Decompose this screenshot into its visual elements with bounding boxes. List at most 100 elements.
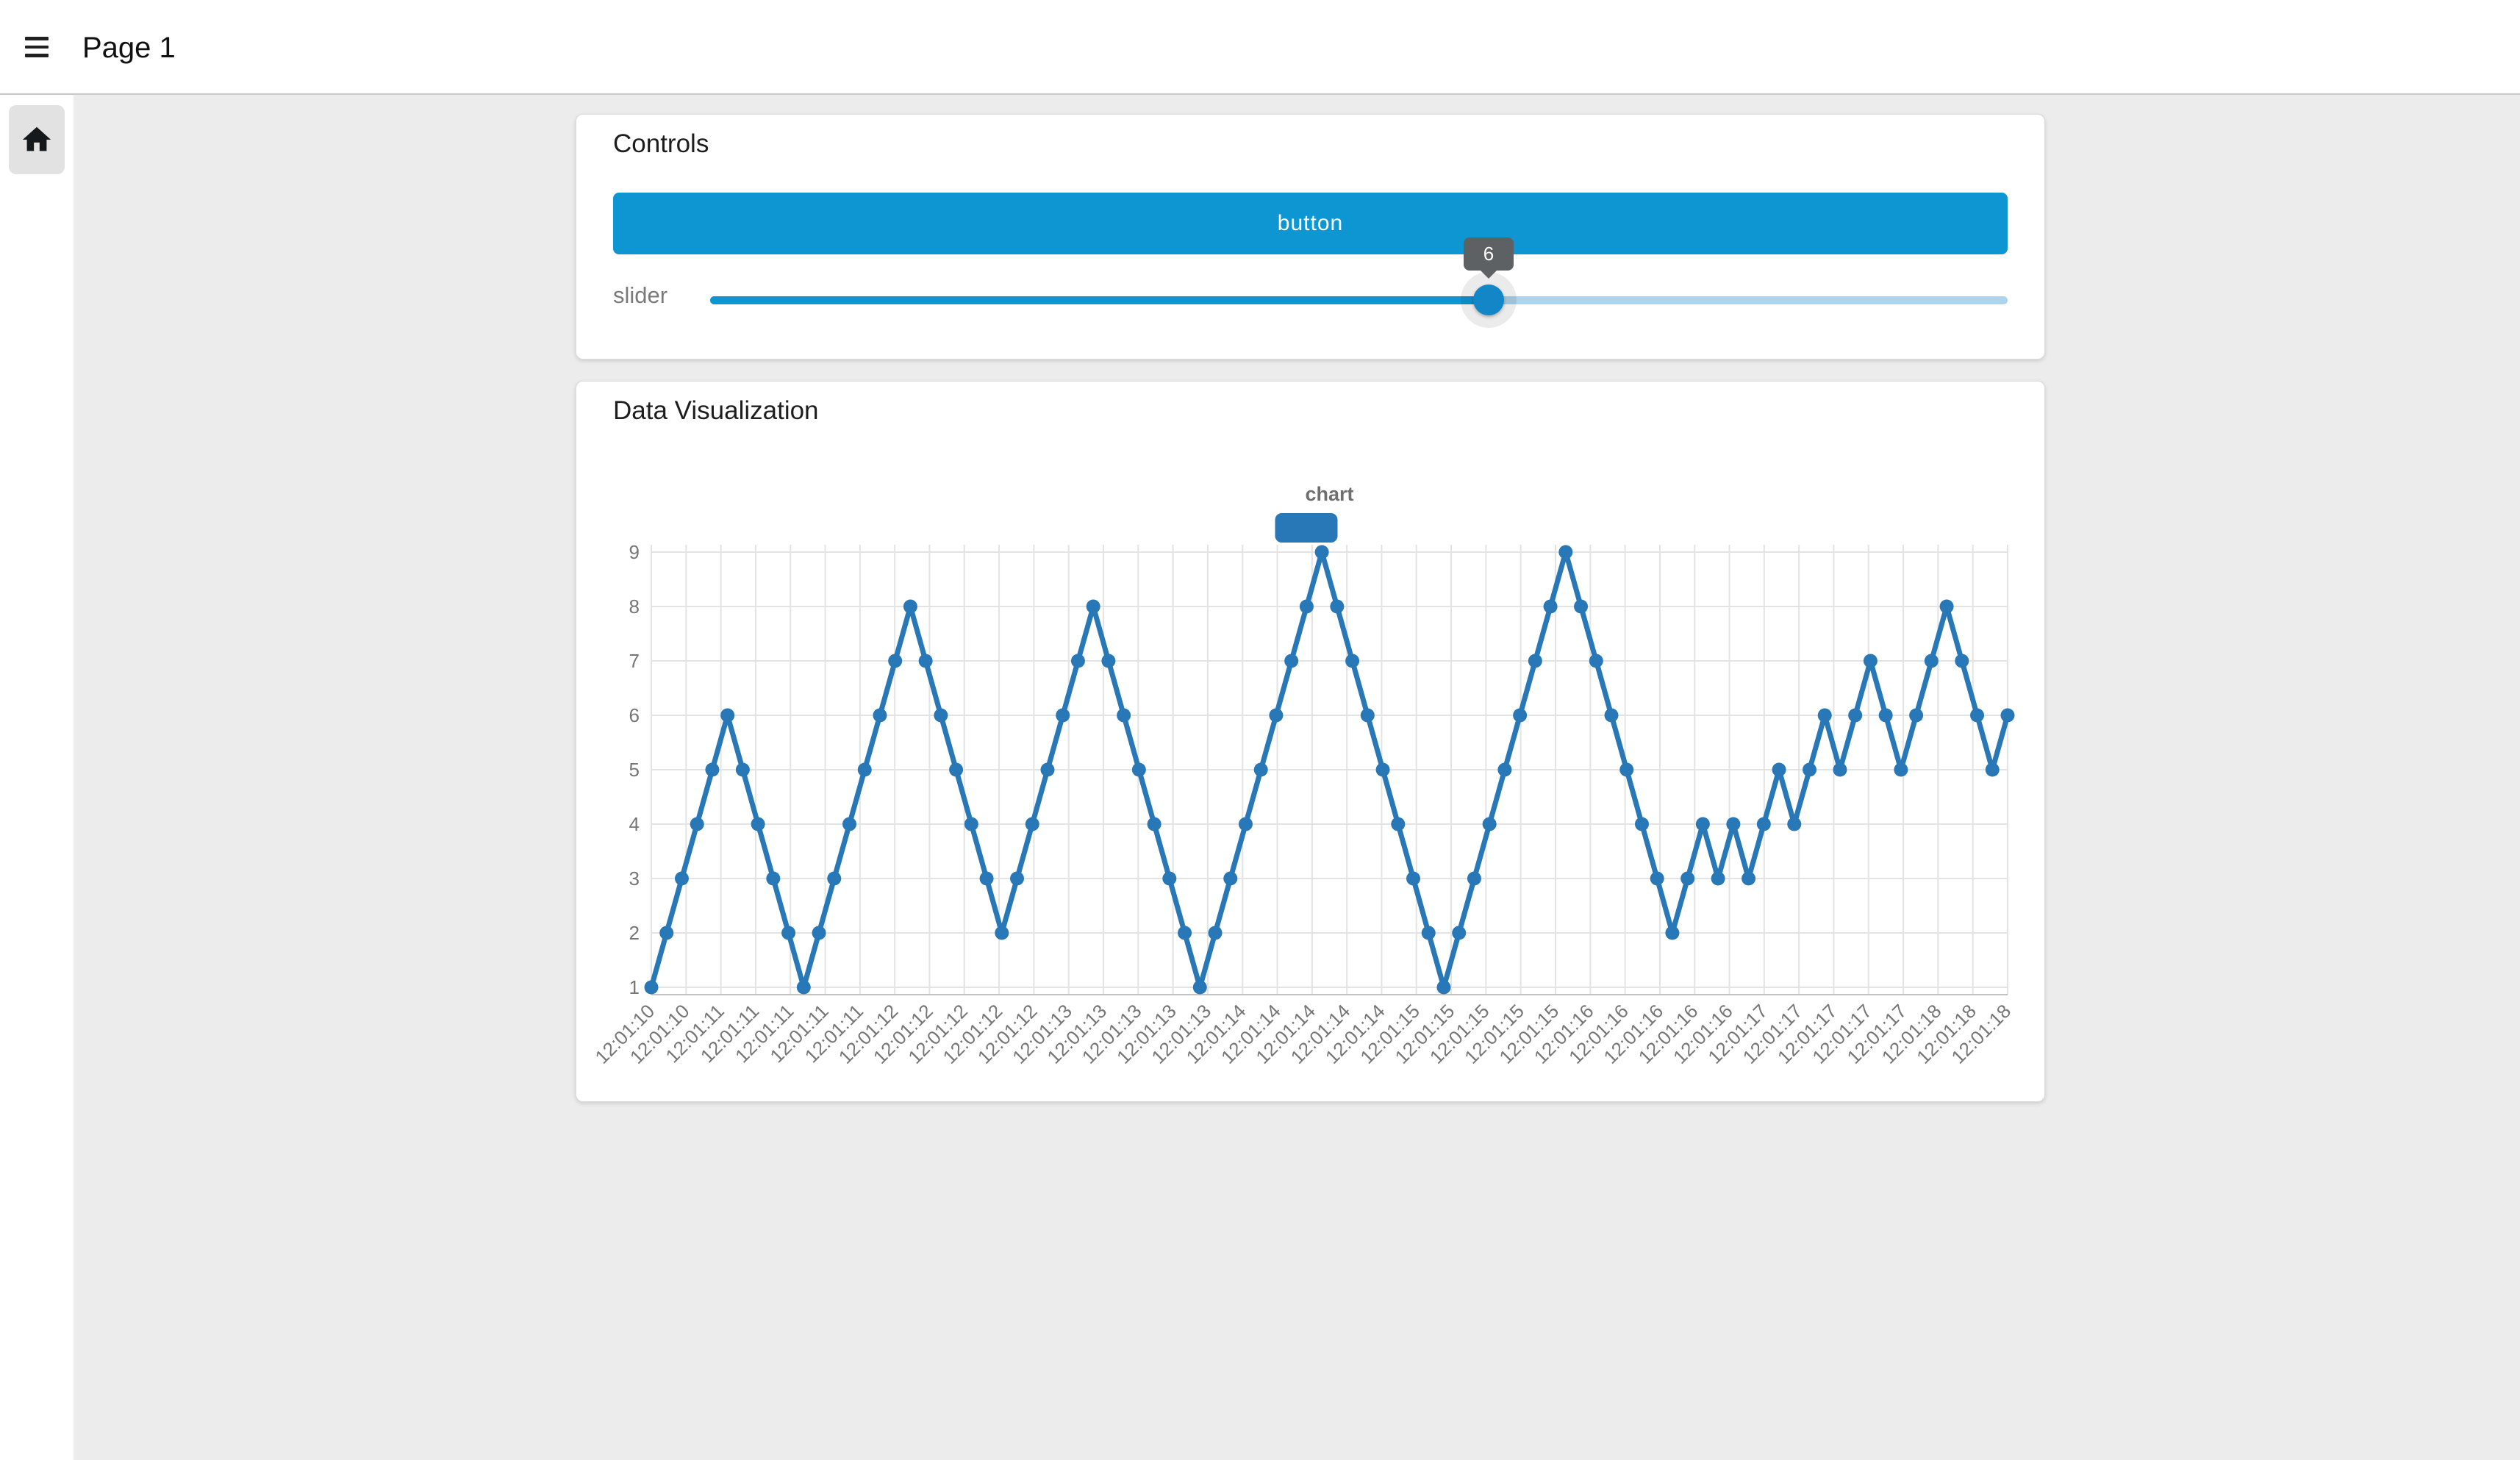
data-point[interactable] <box>1422 926 1436 940</box>
data-point[interactable] <box>949 763 963 777</box>
data-point[interactable] <box>705 763 719 777</box>
data-point[interactable] <box>1742 872 1755 886</box>
data-point[interactable] <box>1148 817 1161 831</box>
data-point[interactable] <box>1101 654 1115 668</box>
data-point[interactable] <box>842 817 856 831</box>
top-bar: Page 1 <box>0 0 2520 95</box>
data-point[interactable] <box>1680 872 1694 886</box>
data-point[interactable] <box>1558 545 1572 559</box>
data-point[interactable] <box>1772 763 1786 777</box>
data-point[interactable] <box>1818 709 1832 723</box>
data-point[interactable] <box>1864 654 1878 668</box>
data-point[interactable] <box>1497 763 1511 777</box>
data-point[interactable] <box>1513 709 1527 723</box>
data-point[interactable] <box>1178 926 1192 940</box>
data-point[interactable] <box>1071 654 1085 668</box>
data-point[interactable] <box>1117 709 1131 723</box>
y-axis-tick-label: 8 <box>629 595 640 618</box>
data-point[interactable] <box>1757 817 1771 831</box>
data-point[interactable] <box>1132 763 1146 777</box>
line-chart[interactable]: 12:01:1012:01:1012:01:1112:01:1112:01:11… <box>576 455 2044 1101</box>
data-point[interactable] <box>1605 709 1619 723</box>
data-point[interactable] <box>1040 763 1054 777</box>
data-point[interactable] <box>766 872 780 886</box>
data-point[interactable] <box>919 654 933 668</box>
data-point[interactable] <box>1284 654 1298 668</box>
data-point[interactable] <box>964 817 978 831</box>
data-point[interactable] <box>1833 763 1847 777</box>
data-point[interactable] <box>1162 872 1176 886</box>
data-point[interactable] <box>1696 817 1710 831</box>
data-point[interactable] <box>1909 709 1923 723</box>
data-point[interactable] <box>1025 817 1039 831</box>
legend-swatch <box>1275 513 1338 543</box>
data-point[interactable] <box>1925 654 1939 668</box>
data-point[interactable] <box>675 872 689 886</box>
data-point[interactable] <box>1467 872 1481 886</box>
data-point[interactable] <box>1239 817 1253 831</box>
data-point[interactable] <box>2001 709 2015 723</box>
data-point[interactable] <box>1589 654 1603 668</box>
data-point[interactable] <box>1955 654 1969 668</box>
data-point[interactable] <box>1209 926 1223 940</box>
data-point[interactable] <box>888 654 902 668</box>
data-point[interactable] <box>1726 817 1740 831</box>
data-point[interactable] <box>995 926 1009 940</box>
data-point[interactable] <box>903 600 917 614</box>
data-point[interactable] <box>1787 817 1801 831</box>
action-button[interactable]: button <box>613 193 2008 254</box>
data-point[interactable] <box>690 817 704 831</box>
data-point[interactable] <box>1056 709 1070 723</box>
controls-card-title: Controls <box>613 129 709 159</box>
data-point[interactable] <box>827 872 841 886</box>
data-point[interactable] <box>1087 600 1100 614</box>
data-point[interactable] <box>1254 763 1268 777</box>
home-button[interactable] <box>9 105 65 174</box>
data-point[interactable] <box>797 981 811 995</box>
slider[interactable]: 6 <box>710 272 2008 328</box>
data-point[interactable] <box>1300 600 1314 614</box>
data-point[interactable] <box>934 709 948 723</box>
data-point[interactable] <box>1223 872 1237 886</box>
data-point[interactable] <box>1650 872 1664 886</box>
data-point[interactable] <box>1483 817 1497 831</box>
data-point[interactable] <box>1010 872 1024 886</box>
data-point[interactable] <box>1986 763 2000 777</box>
data-point[interactable] <box>1345 654 1359 668</box>
data-point[interactable] <box>1193 981 1207 995</box>
data-point[interactable] <box>1544 600 1558 614</box>
data-point[interactable] <box>1879 709 1893 723</box>
data-point[interactable] <box>812 926 826 940</box>
data-point[interactable] <box>1406 872 1420 886</box>
data-point[interactable] <box>980 872 994 886</box>
data-point[interactable] <box>1574 600 1588 614</box>
data-point[interactable] <box>645 981 659 995</box>
data-point[interactable] <box>659 926 673 940</box>
data-point[interactable] <box>1376 763 1390 777</box>
data-point[interactable] <box>1436 981 1450 995</box>
data-point[interactable] <box>1665 926 1679 940</box>
data-point[interactable] <box>1452 926 1466 940</box>
data-point[interactable] <box>873 709 887 723</box>
data-point[interactable] <box>858 763 872 777</box>
data-point[interactable] <box>720 709 734 723</box>
data-point[interactable] <box>1970 709 1984 723</box>
data-point[interactable] <box>1391 817 1405 831</box>
data-point[interactable] <box>1635 817 1649 831</box>
data-point[interactable] <box>781 926 795 940</box>
data-point[interactable] <box>1528 654 1542 668</box>
data-point[interactable] <box>1940 600 1954 614</box>
slider-handle[interactable] <box>1473 285 1504 315</box>
data-point[interactable] <box>1803 763 1816 777</box>
data-point[interactable] <box>736 763 750 777</box>
hamburger-menu-icon[interactable] <box>25 37 49 57</box>
data-point[interactable] <box>1894 763 1908 777</box>
data-point[interactable] <box>1330 600 1344 614</box>
data-point[interactable] <box>1711 872 1725 886</box>
data-point[interactable] <box>751 817 765 831</box>
data-point[interactable] <box>1361 709 1375 723</box>
data-point[interactable] <box>1315 545 1329 559</box>
data-point[interactable] <box>1619 763 1633 777</box>
data-point[interactable] <box>1848 709 1862 723</box>
data-point[interactable] <box>1269 709 1283 723</box>
